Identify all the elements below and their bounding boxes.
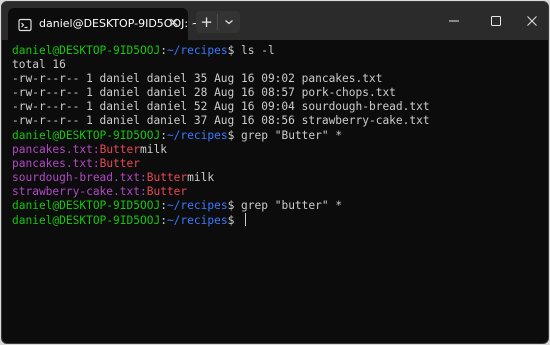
output-line: -rw-r--r-- 1 daniel daniel 52 Aug 16 09:… [12, 100, 548, 114]
grep-rest: milk [140, 142, 167, 156]
command-text [234, 214, 241, 227]
grep-filename: pancakes.txt [12, 156, 93, 170]
grep-match: Butter [146, 170, 188, 184]
grep-match: Butter [99, 142, 140, 156]
chevron-down-icon[interactable] [218, 11, 240, 33]
prompt-path: ~/recipes [166, 199, 228, 213]
output-text: -rw-r--r-- 1 daniel daniel 37 Aug 16 08:… [12, 114, 430, 128]
grep-filename: sourdough-bread.txt [12, 170, 140, 184]
grep-match: Butter [99, 156, 140, 170]
grep-match: Butter [146, 184, 188, 198]
prompt-colon: : [160, 199, 167, 213]
prompt-path: ~/recipes [166, 44, 228, 57]
prompt-line: daniel@DESKTOP-9ID5OOJ:~/recipes$ ls -l [12, 44, 548, 58]
close-icon[interactable]: ✕ [166, 16, 182, 32]
prompt-line: daniel@DESKTOP-9ID5OOJ:~/recipes$ [12, 213, 548, 227]
grep-colon: : [139, 170, 147, 184]
title-bar[interactable]: daniel@DESKTOP-9ID5OOJ: ~ ✕ + [2, 2, 548, 40]
output-line: total 16 [12, 58, 548, 72]
output-text: -rw-r--r-- 1 daniel daniel 28 Aug 16 08:… [12, 86, 396, 100]
window-close-icon[interactable] [521, 10, 543, 32]
prompt-path: ~/recipes [166, 128, 228, 142]
terminal-window: daniel@DESKTOP-9ID5OOJ: ~ ✕ + daniel@DES… [1, 1, 549, 344]
prompt-colon: : [160, 44, 167, 57]
prompt-line: daniel@DESKTOP-9ID5OOJ:~/recipes$ grep "… [12, 199, 548, 213]
text-cursor [245, 213, 247, 227]
terminal-icon [18, 17, 32, 32]
grep-result-line: sourdough-bread.txt:Buttermilk [12, 171, 548, 185]
grep-filename: pancakes.txt [12, 142, 93, 156]
output-line: -rw-r--r-- 1 daniel daniel 35 Aug 16 09:… [12, 72, 548, 86]
grep-colon: : [92, 156, 100, 170]
command-text: grep "butter" * [234, 199, 343, 213]
grep-result-line: strawberry-cake.txt:Butter [12, 185, 548, 199]
output-line: -rw-r--r-- 1 daniel daniel 37 Aug 16 08:… [12, 114, 548, 128]
grep-filename: strawberry-cake.txt [12, 184, 140, 198]
terminal-tab[interactable]: daniel@DESKTOP-9ID5OOJ: ~ ✕ [8, 8, 201, 40]
grep-rest: milk [187, 170, 215, 184]
terminal-output[interactable]: daniel@DESKTOP-9ID5OOJ:~/recipes$ ls -l t… [2, 40, 548, 343]
prompt-user-host: daniel@DESKTOP-9ID5OOJ [12, 44, 161, 57]
grep-result-line: pancakes.txt:Butter [12, 157, 548, 171]
prompt-user-host: daniel@DESKTOP-9ID5OOJ [12, 199, 161, 213]
prompt-user-host: daniel@DESKTOP-9ID5OOJ [12, 128, 161, 142]
prompt-colon: : [160, 214, 167, 228]
command-text: ls -l [234, 44, 275, 57]
grep-colon: : [92, 142, 100, 156]
grep-colon: : [139, 184, 147, 198]
output-line: -rw-r--r-- 1 daniel daniel 28 Aug 16 08:… [12, 86, 548, 100]
prompt-colon: : [160, 128, 167, 142]
output-text: -rw-r--r-- 1 daniel daniel 35 Aug 16 09:… [12, 72, 383, 86]
new-tab-group: + [196, 11, 240, 33]
output-text: total 16 [12, 58, 66, 72]
command-text: grep "Butter" * [234, 128, 343, 142]
plus-icon[interactable]: + [196, 11, 217, 33]
maximize-icon[interactable] [485, 10, 507, 32]
minimize-icon[interactable] [443, 10, 465, 32]
output-text: -rw-r--r-- 1 daniel daniel 52 Aug 16 09:… [12, 100, 430, 114]
prompt-path: ~/recipes [166, 214, 228, 228]
prompt-user-host: daniel@DESKTOP-9ID5OOJ [12, 214, 161, 228]
prompt-line: daniel@DESKTOP-9ID5OOJ:~/recipes$ grep "… [12, 129, 548, 143]
grep-result-line: pancakes.txt:Buttermilk [12, 143, 548, 157]
